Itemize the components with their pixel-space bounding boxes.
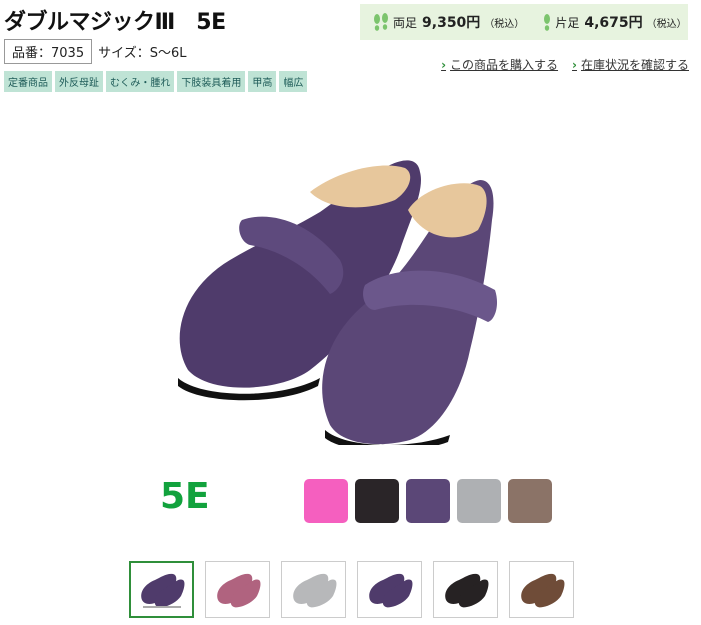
chevron-right-icon: › (441, 57, 447, 72)
thumbnail-3[interactable] (281, 561, 346, 618)
footprint-single-icon (544, 14, 551, 31)
pair-tax: （税込） (484, 18, 525, 30)
color-swatch-pink[interactable] (304, 479, 348, 523)
price-single: 片足 4,675円 （税込） (542, 12, 687, 32)
thumbnail-strip (129, 561, 585, 618)
footprints-pair-icon (374, 13, 388, 31)
tag: むくみ・腫れ (106, 71, 175, 92)
color-swatch-gray[interactable] (457, 479, 501, 523)
action-links: › この商品を購入する › 在庫状況を確認する (427, 56, 689, 73)
chevron-right-icon: › (572, 57, 577, 72)
color-swatch-purple[interactable] (406, 479, 450, 523)
shoe-thumbnail-icon (520, 573, 564, 607)
width-label: 5E (160, 476, 210, 517)
stock-link-text: 在庫状況を確認する (580, 58, 689, 72)
tag: 外反母趾 (55, 71, 103, 92)
shoe-thumbnail-icon (368, 573, 412, 607)
shoe-thumbnail-icon (216, 573, 260, 607)
size-range: サイズ：S〜6L (98, 46, 187, 61)
product-info: 品番：7035 サイズ：S〜6L (4, 39, 186, 64)
single-label: 片足 (555, 15, 580, 30)
buy-link[interactable]: › この商品を購入する (441, 56, 558, 73)
shoe-thumbnail-icon (444, 573, 488, 607)
thumbnail-5[interactable] (433, 561, 498, 618)
price-box: 両足 9,350円 （税込） 片足 4,675円 （税込） (360, 4, 688, 40)
single-price: 4,675円 (584, 15, 643, 31)
tag: 甲高 (248, 71, 277, 92)
pair-price: 9,350円 (422, 15, 481, 31)
thumbnail-2[interactable] (205, 561, 270, 618)
thumbnail-1[interactable] (129, 561, 194, 618)
color-swatches (304, 479, 559, 523)
page-title: ダブルマジックⅢ 5E (4, 10, 226, 35)
thumbnail-6[interactable] (509, 561, 574, 618)
product-code: 品番：7035 (4, 39, 93, 64)
pair-label: 両足 (393, 15, 418, 30)
color-swatch-brown[interactable] (508, 479, 552, 523)
shoe-thumbnail-icon (140, 573, 184, 608)
product-image (178, 160, 498, 445)
feature-tags: 定番商品 外反母趾 むくみ・腫れ 下肢装具着用 甲高 幅広 (4, 71, 310, 92)
single-tax: （税込） (646, 18, 687, 30)
buy-link-text: この商品を購入する (450, 58, 559, 72)
tag: 幅広 (279, 71, 308, 92)
stock-link[interactable]: › 在庫状況を確認する (572, 56, 689, 73)
thumbnail-4[interactable] (357, 561, 422, 618)
shoe-thumbnail-icon (292, 573, 336, 607)
tag: 定番商品 (4, 71, 52, 92)
price-pair: 両足 9,350円 （税込） (372, 12, 524, 32)
tag: 下肢装具着用 (177, 71, 246, 92)
color-swatch-black[interactable] (355, 479, 399, 523)
